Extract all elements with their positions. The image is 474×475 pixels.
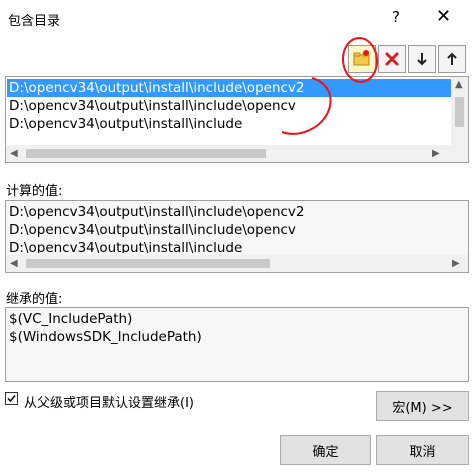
scroll-up-arrow-icon[interactable]: ▲ [455,79,463,90]
move-up-button[interactable] [438,45,466,73]
ok-button[interactable]: 确定 [280,435,371,465]
arrow-up-icon [447,52,457,65]
macros-button[interactable]: 宏(M) >> [376,391,469,421]
cancel-button[interactable]: 取消 [376,435,469,465]
close-button[interactable]: ✕ [436,6,451,27]
help-button[interactable]: ? [392,8,400,26]
delete-button[interactable] [378,45,406,73]
move-down-button[interactable] [408,45,436,73]
list-item: D:\opencv34\output\install\include [9,240,243,253]
list-item: D:\opencv34\output\install\include\openc… [9,222,296,238]
list-item[interactable]: D:\opencv34\output\install\include\openc… [7,79,467,97]
new-folder-icon [353,51,370,66]
delete-x-icon [385,52,399,66]
inherit-checkbox-label[interactable]: 从父级或项目默认设置继承(I) [24,392,194,411]
list-item[interactable]: D:\opencv34\output\install\include [9,115,242,133]
horizontal-scrollbar[interactable]: ◀ ▶ [6,255,468,272]
computed-list: D:\opencv34\output\install\include\openc… [5,200,469,273]
checkmark-icon [7,395,16,403]
list-item: $(WindowsSDK_IncludePath) [9,329,202,345]
list-item: $(VC_IncludePath) [9,311,133,327]
computed-label: 计算的值: [6,184,63,199]
scroll-right-arrow-icon[interactable]: ▶ [452,258,460,269]
inherit-checkbox[interactable] [5,392,18,405]
title-bar: 包含目录 ? ✕ [0,0,474,38]
arrow-down-icon [417,53,427,66]
new-line-button[interactable] [348,45,376,73]
inherited-list: $(VC_IncludePath) $(WindowsSDK_IncludePa… [5,307,469,382]
vertical-scrollbar[interactable]: ▲ [451,77,468,145]
list-item[interactable]: D:\opencv34\output\install\include\openc… [9,97,296,115]
window-title: 包含目录 [8,14,61,29]
scroll-thumb[interactable] [26,259,270,268]
directories-list[interactable]: D:\opencv34\output\install\include\openc… [5,76,469,163]
list-item: D:\opencv34\output\install\include\openc… [9,204,305,220]
scroll-left-arrow-icon[interactable]: ◀ [10,258,18,269]
scroll-thumb[interactable] [26,149,266,158]
inherited-label: 继承的值: [6,292,63,307]
horizontal-scrollbar[interactable]: ◀ ▶ [6,145,468,162]
scroll-right-arrow-icon[interactable]: ▶ [432,148,440,159]
scroll-left-arrow-icon[interactable]: ◀ [10,148,18,159]
scroll-thumb[interactable] [455,97,464,127]
